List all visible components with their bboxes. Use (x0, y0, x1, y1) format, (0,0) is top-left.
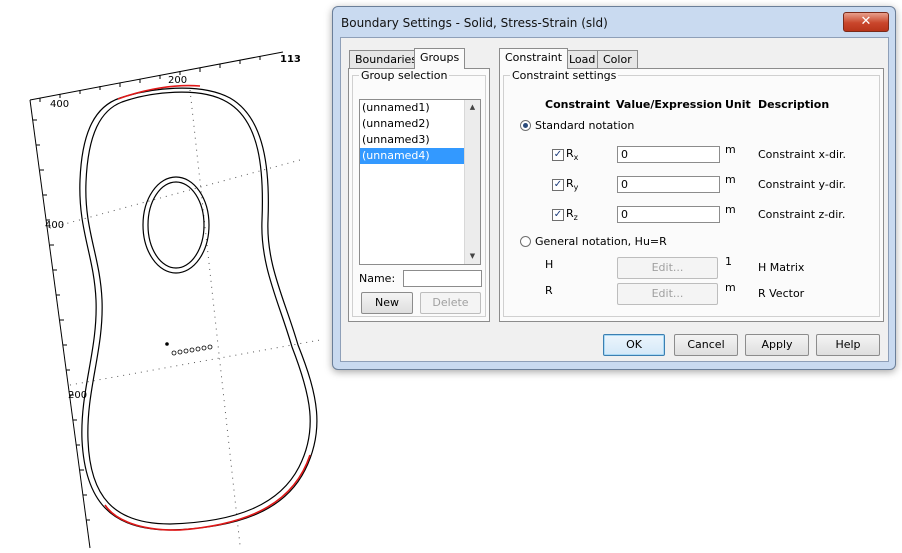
h-label: H (545, 258, 554, 271)
group-listbox[interactable]: (unnamed1) (unnamed2) (unnamed3) (unname… (359, 99, 481, 265)
list-item-selected[interactable]: (unnamed4) (360, 148, 464, 164)
dialog-titlebar[interactable]: Boundary Settings - Solid, Stress-Strain… (333, 7, 895, 37)
list-item[interactable]: (unnamed3) (360, 132, 480, 148)
rx-label: Rx (566, 147, 579, 162)
apply-button[interactable]: Apply (745, 334, 809, 356)
tab-constraint[interactable]: Constraint (499, 48, 569, 69)
axis-label-200-top: 200 (168, 75, 188, 86)
header-unit: Unit (725, 98, 751, 111)
groups-panel: Group selection (unnamed1) (unnamed2) (u… (348, 68, 490, 322)
tab-boundaries[interactable]: Boundaries (349, 50, 424, 69)
group-selection-label: Group selection (359, 69, 450, 82)
r-label: R (545, 284, 553, 297)
ok-button[interactable]: OK (603, 334, 665, 356)
name-label: Name: (359, 272, 396, 285)
ry-value-field[interactable]: 0 (617, 176, 720, 193)
axis-ticks (33, 56, 261, 521)
rz-label: Rz (566, 207, 578, 222)
dialog-title: Boundary Settings - Solid, Stress-Strain… (341, 16, 608, 30)
tab-load[interactable]: Load (563, 50, 602, 69)
rz-unit: m (725, 203, 736, 216)
sound-hole-outer (142, 176, 210, 274)
r-edit-button[interactable]: Edit... (617, 283, 718, 305)
ry-label: Ry (566, 177, 579, 192)
tab-groups[interactable]: Groups (414, 48, 466, 69)
rx-value-field[interactable]: 0 (617, 146, 720, 163)
h-unit: 1 (725, 255, 732, 268)
close-icon: ✕ (860, 14, 872, 29)
name-field[interactable] (403, 270, 482, 287)
help-button[interactable]: Help (816, 334, 880, 356)
rx-checkbox[interactable]: ✓ (552, 149, 564, 161)
scroll-up-icon[interactable]: ▲ (465, 100, 480, 115)
standard-notation-radio[interactable] (520, 120, 531, 131)
header-value: Value/Expression (616, 98, 723, 111)
axis-label-top-right: 113 (280, 54, 301, 65)
rz-value-field[interactable]: 0 (617, 206, 720, 223)
grid-lines (49, 89, 321, 546)
bridge-points (165, 342, 213, 356)
axis-label-400-top: 400 (50, 99, 70, 110)
ry-checkbox[interactable]: ✓ (552, 179, 564, 191)
axis-label-400-left: 400 (45, 220, 65, 231)
list-scrollbar[interactable]: ▲ ▼ (464, 100, 480, 264)
h-description: H Matrix (758, 261, 805, 274)
sound-hole-inner (147, 181, 205, 269)
standard-notation-label: Standard notation (535, 119, 635, 132)
rz-checkbox[interactable]: ✓ (552, 209, 564, 221)
general-notation-radio[interactable] (520, 236, 531, 247)
outer-boundary (79, 87, 318, 531)
list-item[interactable]: (unnamed1) (360, 100, 480, 116)
cancel-button[interactable]: Cancel (674, 334, 738, 356)
ry-description: Constraint y-dir. (758, 178, 846, 191)
axis-line-top (29, 51, 284, 101)
rz-description: Constraint z-dir. (758, 208, 846, 221)
tab-color[interactable]: Color (597, 50, 638, 69)
rx-unit: m (725, 143, 736, 156)
r-description: R Vector (758, 287, 805, 300)
constraint-settings-frame (503, 75, 880, 317)
general-notation-label: General notation, Hu=R (535, 235, 667, 248)
boundary-settings-dialog: Boundary Settings - Solid, Stress-Strain… (332, 6, 896, 370)
r-unit: m (725, 281, 736, 294)
rx-description: Constraint x-dir. (758, 148, 847, 161)
ry-unit: m (725, 173, 736, 186)
constraint-settings-label: Constraint settings (510, 69, 619, 82)
list-item[interactable]: (unnamed2) (360, 116, 480, 132)
dialog-client-area: Boundaries Groups Group selection (unnam… (340, 37, 889, 362)
inner-boundary (85, 91, 311, 525)
h-edit-button[interactable]: Edit... (617, 257, 718, 279)
axis-label-200-left: 200 (68, 390, 88, 401)
header-description: Description (758, 98, 830, 111)
header-constraint: Constraint (545, 98, 610, 111)
new-button[interactable]: New (361, 292, 413, 314)
delete-button[interactable]: Delete (420, 292, 481, 314)
close-button[interactable]: ✕ (843, 12, 889, 32)
scroll-down-icon[interactable]: ▼ (465, 249, 480, 264)
constraint-panel: Constraint settings Constraint Value/Exp… (499, 68, 884, 322)
